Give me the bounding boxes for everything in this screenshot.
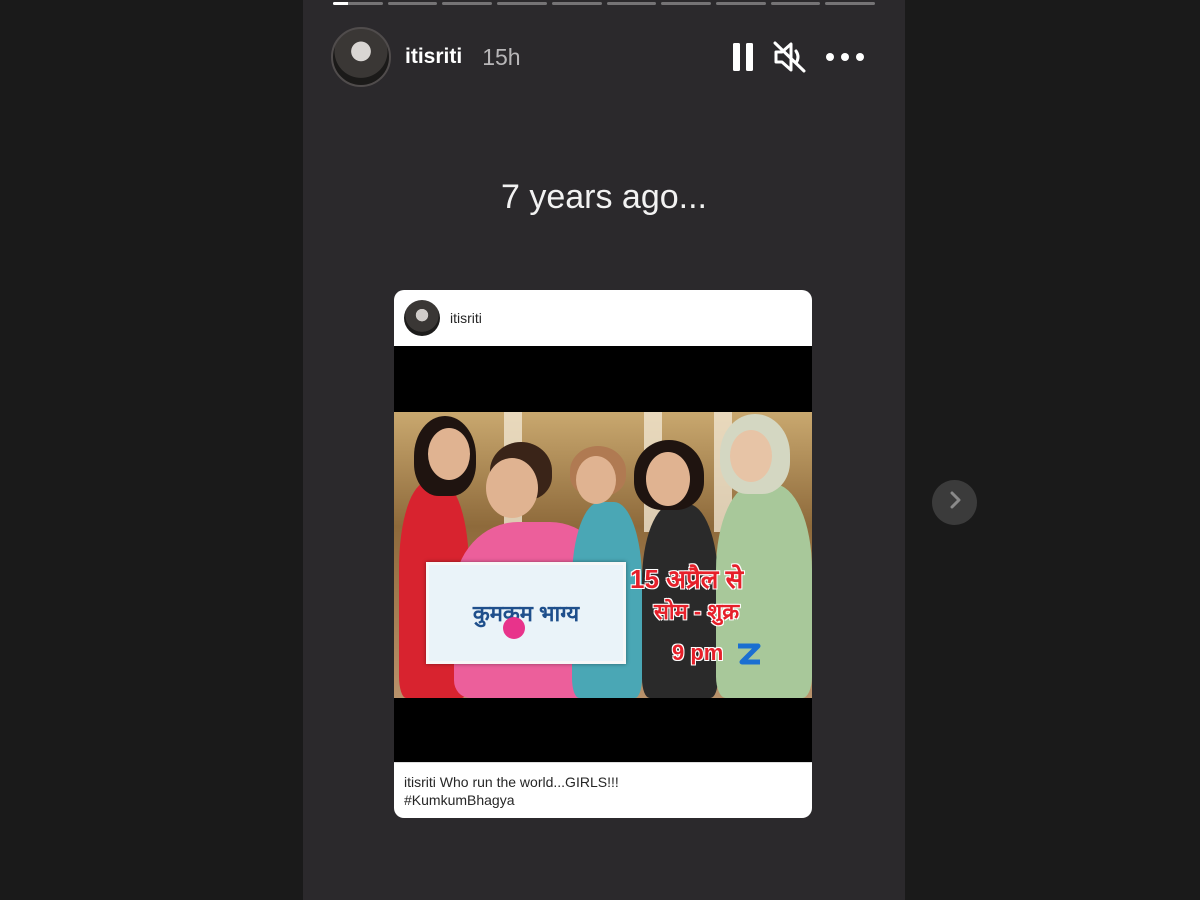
promo-days: सोम - शुक्र xyxy=(654,599,740,624)
next-story-button[interactable] xyxy=(932,480,977,525)
muted-speaker-icon[interactable] xyxy=(773,41,807,73)
progress-segment xyxy=(825,2,876,5)
progress-segment xyxy=(661,2,711,5)
progress-segment xyxy=(442,2,493,5)
progress-segment xyxy=(497,2,547,5)
story-timestamp: 15h xyxy=(482,43,521,70)
progress-segment xyxy=(551,2,602,5)
progress-segment xyxy=(333,2,383,5)
progress-segment xyxy=(715,2,766,5)
progress-segment xyxy=(770,2,821,5)
pause-icon[interactable] xyxy=(731,42,755,72)
post-caption: itisriti Who run the world...GIRLS!!! #K… xyxy=(394,762,812,818)
story-username[interactable]: itisriti xyxy=(405,45,462,69)
post-avatar xyxy=(404,300,440,336)
caption-username: itisriti xyxy=(404,774,436,790)
show-poster-image: कुमकुम भाग्य 15 अप्रैल से सोम - शुक्र 9 … xyxy=(394,412,812,698)
post-media: कुमकुम भाग्य 15 अप्रैल से सोम - शुक्र 9 … xyxy=(394,346,812,762)
progress-segment-fill xyxy=(333,2,348,5)
story-viewer: itisriti 15h 7 years ago... itisriti कुम… xyxy=(303,0,905,900)
user-avatar[interactable] xyxy=(331,27,391,87)
story-caption: 7 years ago... xyxy=(500,178,707,216)
progress-segment xyxy=(387,2,438,5)
story-progress-bar xyxy=(333,2,876,6)
more-options-icon[interactable] xyxy=(825,52,865,62)
logo-dot-icon xyxy=(503,617,525,639)
caption-hashtag[interactable]: #KumkumBhagya xyxy=(404,792,515,808)
story-controls xyxy=(731,41,865,73)
post-username: itisriti xyxy=(450,310,482,326)
chevron-right-icon xyxy=(947,490,963,515)
promo-time: 9 pm xyxy=(672,640,724,665)
shared-post-card[interactable]: itisriti कुमकुम भाग्य 15 अप्रैल से सोम -… xyxy=(394,290,812,818)
caption-text: Who run the world...GIRLS!!! xyxy=(439,774,619,790)
zee-tv-logo-icon xyxy=(736,642,762,672)
progress-segment xyxy=(606,2,657,5)
post-header: itisriti xyxy=(394,290,812,346)
promo-date: 15 अप्रैल से xyxy=(630,564,744,594)
show-logo: कुमकुम भाग्य xyxy=(426,562,626,664)
story-header: itisriti 15h xyxy=(331,26,865,88)
